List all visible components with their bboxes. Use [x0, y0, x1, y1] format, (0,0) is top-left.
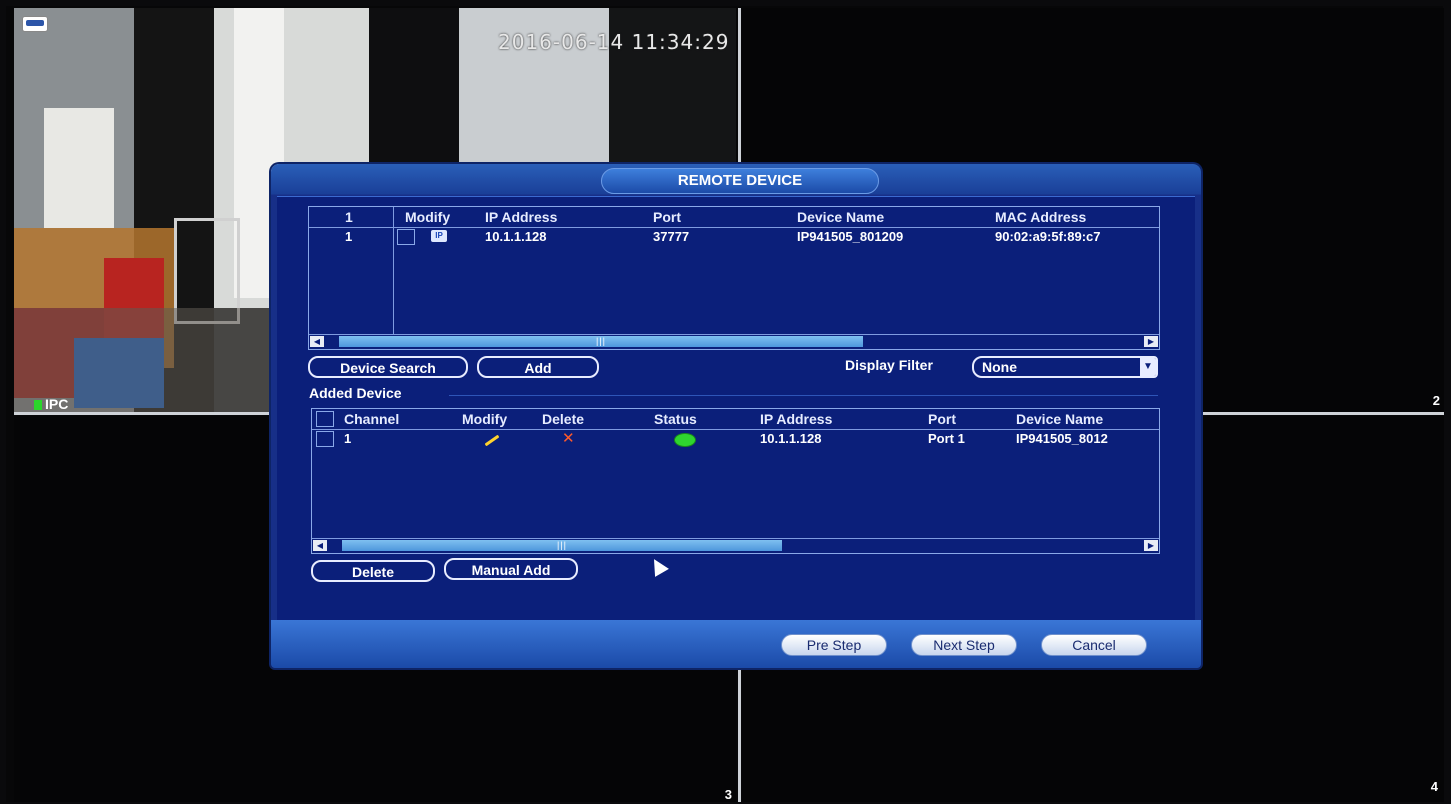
col-index: 1	[345, 209, 353, 225]
scroll-right-icon[interactable]: ▶	[1144, 540, 1158, 551]
added-device-title: Added Device	[309, 385, 402, 401]
row-device-name: IP941505_8012	[1016, 431, 1108, 446]
status-online-icon	[674, 433, 696, 447]
dialog-title: REMOTE DEVICE	[601, 168, 879, 194]
col-port: Port	[653, 209, 681, 225]
monitor-icon[interactable]	[22, 16, 48, 32]
dialog-footer: Pre Step Next Step Cancel	[271, 620, 1201, 668]
row-checkbox[interactable]	[316, 431, 334, 447]
col-ip-address: IP Address	[760, 411, 833, 427]
col-modify: Modify	[462, 411, 508, 427]
row-ip: 10.1.1.128	[485, 229, 547, 244]
display-filter-label: Display Filter	[845, 357, 933, 373]
search-results-table: 1 Modify IP Address Port Device Name MAC…	[308, 206, 1160, 350]
scroll-right-icon[interactable]: ▶	[1144, 336, 1158, 347]
row-port: Port 1	[928, 431, 965, 446]
added-table-header: Channel Modify Delete Status IP Address …	[312, 409, 1159, 430]
scroll-thumb[interactable]: |||	[342, 540, 782, 551]
tile-number-2: 2	[1432, 393, 1440, 408]
cancel-button[interactable]: Cancel	[1041, 634, 1147, 656]
col-status: Status	[654, 411, 697, 427]
col-modify: Modify	[405, 209, 451, 225]
add-button[interactable]: Add	[477, 356, 599, 378]
ip-camera-icon[interactable]: IP	[431, 230, 447, 242]
chevron-down-icon[interactable]: ▼	[1140, 358, 1156, 376]
added-row[interactable]: 1 ✕ 10.1.1.128 Port 1 IP941505_8012	[312, 429, 1159, 447]
col-delete: Delete	[542, 411, 585, 427]
row-index: 1	[345, 229, 353, 244]
scroll-left-icon[interactable]: ◀	[313, 540, 327, 551]
timestamp: 2016-06-14 11:34:29	[498, 30, 730, 54]
delete-x-icon[interactable]: ✕	[562, 429, 575, 447]
camera-label-text: IPC	[45, 396, 69, 412]
pre-step-button[interactable]: Pre Step	[781, 634, 887, 656]
added-table-scrollbar[interactable]: ◀ ||| ▶	[312, 538, 1159, 553]
scroll-thumb[interactable]: |||	[339, 336, 863, 347]
scroll-left-icon[interactable]: ◀	[310, 336, 324, 347]
display-filter-select[interactable]: None ▼	[972, 356, 1158, 378]
pencil-icon[interactable]	[484, 434, 500, 447]
search-table-header: 1 Modify IP Address Port Device Name MAC…	[309, 207, 1159, 228]
col-device-name: Device Name	[797, 209, 885, 225]
tile-number-3: 3	[724, 787, 732, 802]
col-device-name: Device Name	[1016, 411, 1104, 427]
search-table-scrollbar[interactable]: ◀ ||| ▶	[309, 334, 1159, 349]
row-port: 37777	[653, 229, 690, 244]
row-device-name: IP941505_801209	[797, 229, 904, 244]
search-row[interactable]: 1 IP 10.1.1.128 37777 IP941505_801209 90…	[309, 227, 1159, 245]
tile-number-4: 4	[1430, 779, 1438, 794]
added-devices-table: Channel Modify Delete Status IP Address …	[311, 408, 1160, 554]
col-channel: Channel	[344, 411, 400, 427]
col-ip-address: IP Address	[485, 209, 558, 225]
camera-label: IPC	[34, 396, 68, 412]
row-channel: 1	[344, 431, 352, 446]
delete-button[interactable]: Delete	[311, 560, 435, 582]
row-mac: 90:02:a9:5f:89:c7	[995, 229, 1101, 244]
display-filter-value: None	[982, 359, 1017, 375]
device-search-button[interactable]: Device Search	[308, 356, 468, 378]
col-port: Port	[928, 411, 956, 427]
section-divider	[449, 395, 1158, 396]
camera-status-icon	[34, 400, 42, 411]
row-ip: 10.1.1.128	[760, 431, 822, 446]
manual-add-button[interactable]: Manual Add	[444, 558, 578, 580]
next-step-button[interactable]: Next Step	[911, 634, 1017, 656]
remote-device-dialog: REMOTE DEVICE 1 Modify IP Address Port D…	[271, 164, 1201, 668]
row-checkbox[interactable]	[397, 229, 415, 245]
col-mac-address: MAC Address	[995, 209, 1087, 225]
select-all-checkbox[interactable]	[316, 411, 334, 427]
